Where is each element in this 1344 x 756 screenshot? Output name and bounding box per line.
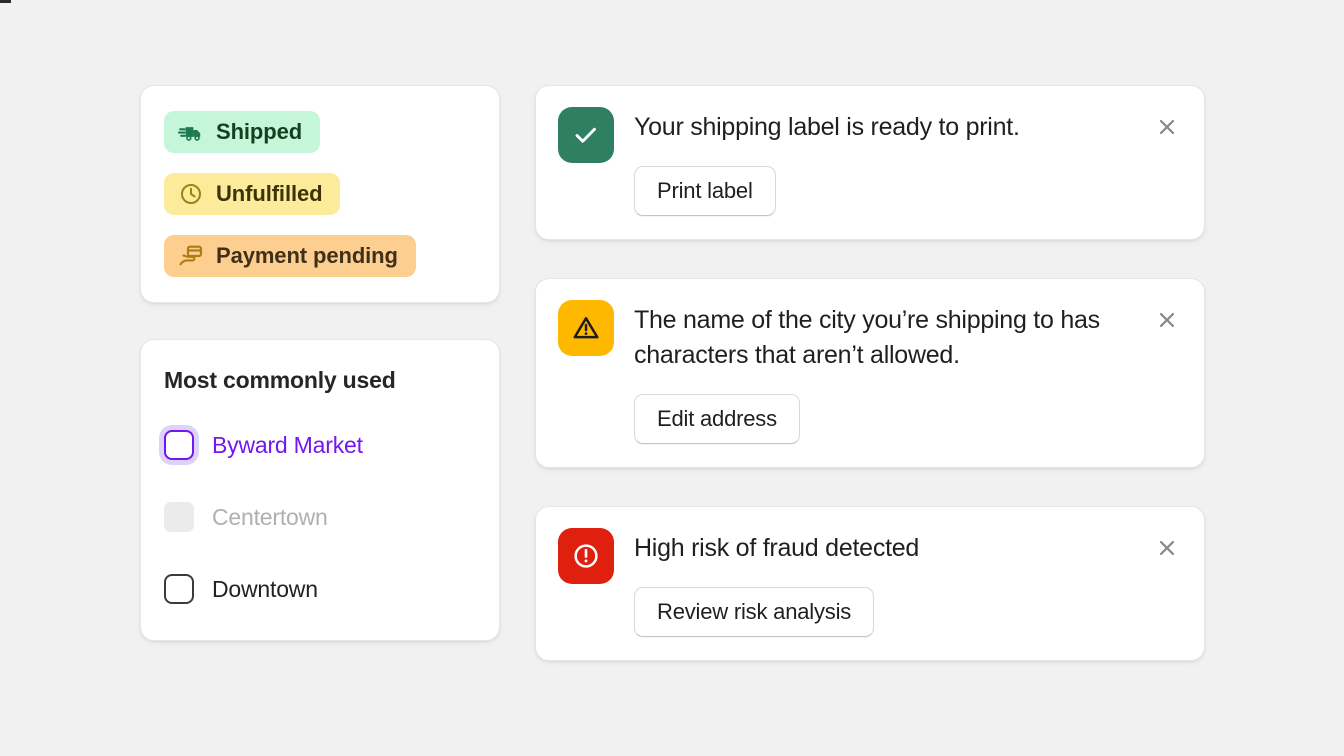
banner-warning: The name of the city you’re shipping to … (535, 277, 1205, 469)
banner-actions: Review risk analysis (634, 586, 1134, 637)
checkbox-centertown (164, 502, 194, 532)
close-icon[interactable] (1152, 305, 1182, 335)
print-label-button[interactable]: Print label (634, 165, 776, 216)
banner-body: High risk of fraud detected Review risk … (634, 528, 1182, 637)
status-badge-payment-pending: Payment pending (164, 235, 416, 277)
status-badge-unfulfilled: Unfulfilled (164, 173, 341, 215)
checkbox-downtown[interactable] (164, 574, 194, 604)
credit-card-hand-icon (178, 243, 204, 269)
alert-circle-icon (558, 528, 614, 585)
banner-body: The name of the city you’re shipping to … (634, 300, 1182, 445)
review-risk-analysis-button[interactable]: Review risk analysis (634, 586, 875, 637)
checkbox-row-centertown: Centertown (164, 496, 475, 538)
close-icon[interactable] (1152, 112, 1182, 142)
checkbox-label: Downtown (212, 575, 318, 602)
most-commonly-used-card: Most commonly used Byward Market Centert… (140, 339, 500, 641)
close-icon[interactable] (1152, 533, 1182, 563)
status-badge-label: Shipped (216, 119, 303, 145)
status-badge-shipped: Shipped (164, 111, 321, 153)
status-badge-card: Shipped Unfulfilled Payment pending (140, 85, 500, 303)
warning-triangle-icon (558, 299, 614, 356)
banner-body: Your shipping label is ready to print. P… (634, 107, 1182, 216)
banner-column: Your shipping label is ready to print. P… (535, 85, 1205, 661)
checkbox-byward-market[interactable] (164, 430, 194, 460)
edit-address-button[interactable]: Edit address (634, 393, 800, 445)
status-badge-label: Unfulfilled (216, 181, 323, 207)
card-title: Most commonly used (164, 367, 396, 393)
status-badge-label: Payment pending (216, 243, 398, 269)
checkbox-label: Centertown (212, 503, 328, 530)
banner-message: High risk of fraud detected (634, 534, 920, 563)
banner-success: Your shipping label is ready to print. P… (535, 85, 1205, 240)
page-content: Shipped Unfulfilled Payment pending Most… (140, 85, 1205, 670)
checkbox-label: Byward Market (212, 431, 363, 458)
clock-icon (178, 181, 204, 207)
banner-message: The name of the city you’re shipping to … (634, 305, 1100, 370)
banner-actions: Edit address (634, 393, 1134, 445)
checkbox-row-downtown[interactable]: Downtown (164, 568, 475, 610)
delivery-truck-icon (178, 119, 204, 145)
capture-edge-artifact (0, 0, 11, 3)
banner-critical: High risk of fraud detected Review risk … (535, 506, 1205, 661)
checkbox-row-byward-market[interactable]: Byward Market (164, 424, 475, 466)
check-icon (558, 107, 614, 163)
banner-message: Your shipping label is ready to print. (634, 113, 1020, 141)
banner-actions: Print label (634, 165, 1134, 216)
left-column: Shipped Unfulfilled Payment pending Most… (140, 85, 500, 641)
